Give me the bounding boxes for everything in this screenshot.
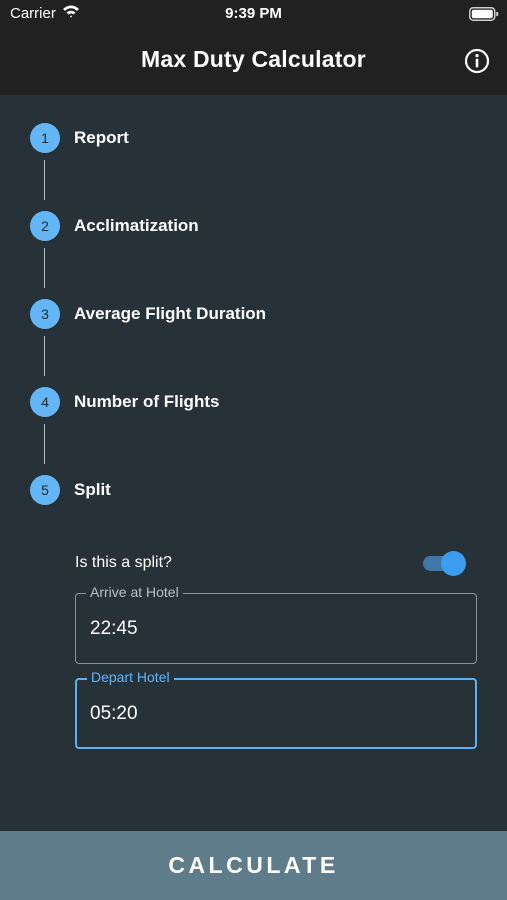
step-connector (44, 248, 45, 288)
split-toggle[interactable] (421, 550, 467, 576)
step-label: Number of Flights (74, 392, 220, 411)
arrive-at-hotel-field[interactable]: Arrive at Hotel 22:45 (75, 584, 477, 664)
step-connector (44, 160, 45, 200)
step-number: 1 (30, 123, 60, 153)
step-connector (44, 336, 45, 376)
step-label: Average Flight Duration (74, 304, 267, 323)
depart-hotel-label: Depart Hotel (87, 669, 174, 685)
app-title: Max Duty Calculator (141, 46, 366, 72)
arrive-at-hotel-value: 22:45 (90, 618, 138, 639)
info-icon[interactable] (463, 47, 491, 75)
status-time: 9:39 PM (225, 5, 282, 22)
toggle-knob (441, 551, 466, 576)
step-number: 2 (30, 211, 60, 241)
calculate-button[interactable]: CALCULATE (0, 831, 507, 900)
step-number: 5 (30, 475, 60, 505)
split-question-label: Is this a split? (75, 554, 172, 571)
step-label: Acclimatization (74, 216, 199, 235)
depart-hotel-value: 05:20 (90, 703, 138, 724)
depart-hotel-field[interactable]: Depart Hotel 05:20 (75, 669, 477, 749)
step-number: 3 (30, 299, 60, 329)
arrive-at-hotel-label: Arrive at Hotel (86, 584, 183, 600)
step-label: Report (74, 128, 129, 147)
step-connector (44, 424, 45, 464)
status-bar: Carrier 9:39 PM (0, 0, 507, 28)
app-bar: Max Duty Calculator (0, 28, 507, 95)
battery-icon (469, 7, 499, 21)
step-number: 4 (30, 387, 60, 417)
step-label: Split (74, 480, 111, 499)
